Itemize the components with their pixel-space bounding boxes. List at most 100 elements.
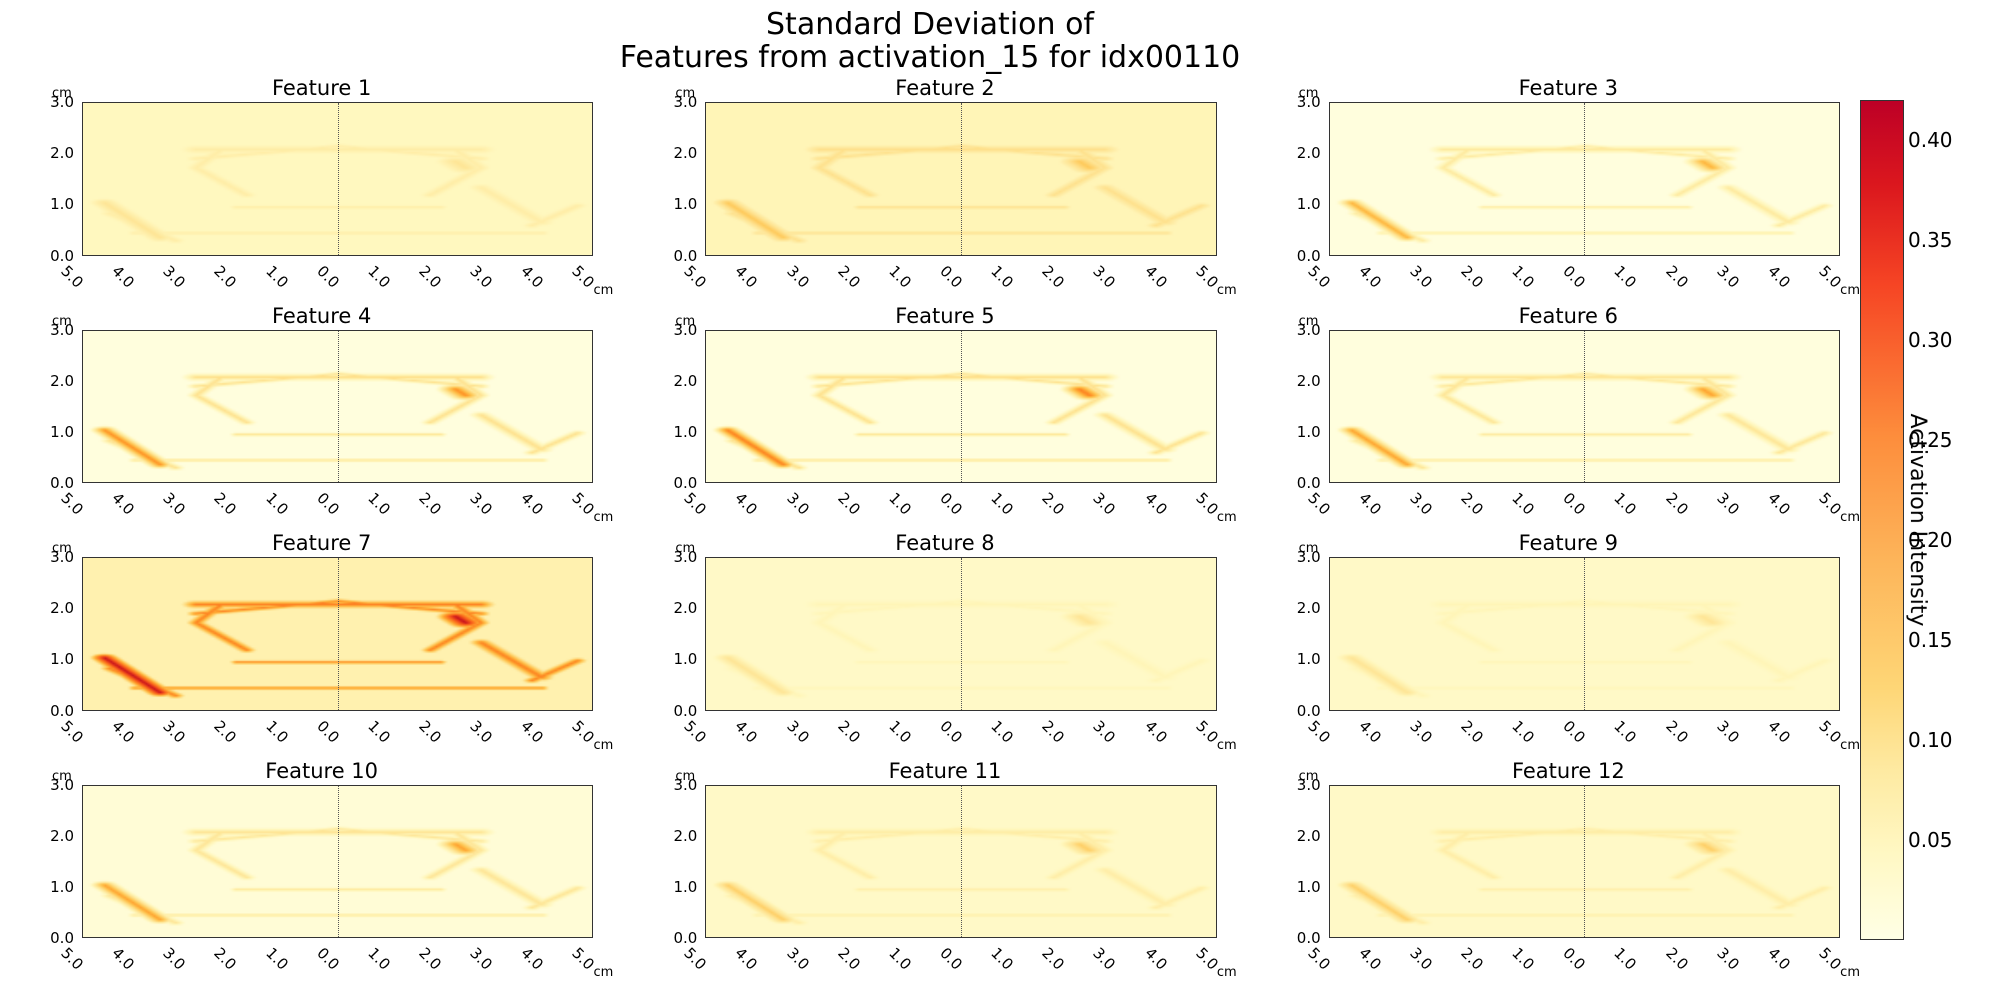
x-tick: 2.0 (415, 262, 445, 292)
x-tick: 1.0 (1611, 944, 1641, 974)
x-tick: 1.0 (364, 489, 394, 519)
y-tick: 2.0 (1297, 372, 1321, 390)
subplot-title: Feature 4 (30, 304, 613, 328)
x-tick: 2.0 (1662, 262, 1692, 292)
subplot-title: Feature 7 (30, 531, 613, 555)
colorbar-tick: 0.10 (1908, 728, 1953, 752)
y-tick: 1.0 (1297, 423, 1321, 441)
x-tick: 0.0 (936, 489, 966, 519)
x-tick: 0.0 (313, 944, 343, 974)
x-tick: 1.0 (262, 489, 292, 519)
y-ticks: 0.01.02.03.0 (1277, 785, 1327, 939)
x-tick: 1.0 (1611, 262, 1641, 292)
x-tick: 2.0 (1039, 717, 1069, 747)
center-vline (961, 558, 962, 710)
y-tick: 2.0 (1297, 144, 1321, 162)
subplot: Feature 3cm0.01.02.03.05.04.03.02.01.00.… (1277, 80, 1860, 298)
x-tick: 3.0 (1713, 262, 1743, 292)
x-tick: 1.0 (262, 262, 292, 292)
y-tick: 2.0 (673, 599, 697, 617)
x-tick: 2.0 (1662, 489, 1692, 519)
x-tick: 1.0 (1611, 717, 1641, 747)
y-tick: 1.0 (50, 650, 74, 668)
heatmap-axes (705, 102, 1216, 256)
x-tick: 5.0 (681, 944, 711, 974)
x-tick: 1.0 (364, 944, 394, 974)
y-tick: 1.0 (50, 195, 74, 213)
colorbar-gradient (1860, 100, 1904, 940)
x-ticks: 5.04.03.02.01.00.01.02.03.04.05.0 (1329, 258, 1840, 298)
x-tick: 0.0 (313, 262, 343, 292)
x-axis-unit: cm (594, 283, 614, 298)
y-tick: 1.0 (673, 650, 697, 668)
suptitle-line1: Standard Deviation of (766, 7, 1094, 42)
heatmap-axes (705, 557, 1216, 711)
y-tick: 2.0 (50, 599, 74, 617)
x-tick: 0.0 (1560, 262, 1590, 292)
x-tick: 4.0 (108, 717, 138, 747)
y-ticks: 0.01.02.03.0 (653, 102, 703, 256)
x-ticks: 5.04.03.02.01.00.01.02.03.04.05.0 (1329, 713, 1840, 753)
x-tick: 4.0 (518, 489, 548, 519)
x-tick: 1.0 (987, 262, 1017, 292)
x-axis-unit: cm (1840, 510, 1860, 525)
y-tick: 2.0 (50, 144, 74, 162)
x-tick: 3.0 (1713, 717, 1743, 747)
subplot: Feature 2cm0.01.02.03.05.04.03.02.01.00.… (653, 80, 1236, 298)
x-tick: 5.0 (57, 717, 87, 747)
heatmap-axes (82, 330, 593, 484)
y-tick: 3.0 (50, 321, 74, 339)
x-ticks: 5.04.03.02.01.00.01.02.03.04.05.0 (82, 713, 593, 753)
y-ticks: 0.01.02.03.0 (30, 330, 80, 484)
x-tick: 3.0 (1406, 717, 1436, 747)
x-ticks: 5.04.03.02.01.00.01.02.03.04.05.0 (705, 713, 1216, 753)
x-tick: 4.0 (1764, 489, 1794, 519)
subplot-title: Feature 8 (653, 531, 1236, 555)
subplot-title: Feature 2 (653, 76, 1236, 100)
x-tick: 2.0 (415, 489, 445, 519)
x-tick: 1.0 (885, 944, 915, 974)
x-axis-unit: cm (1840, 283, 1860, 298)
y-tick: 1.0 (50, 423, 74, 441)
y-ticks: 0.01.02.03.0 (1277, 330, 1327, 484)
center-vline (1584, 103, 1585, 255)
x-tick: 4.0 (108, 489, 138, 519)
y-tick: 2.0 (50, 827, 74, 845)
x-tick: 3.0 (1406, 489, 1436, 519)
subplot: Feature 5cm0.01.02.03.05.04.03.02.01.00.… (653, 308, 1236, 526)
heatmap-axes (82, 557, 593, 711)
x-tick: 3.0 (783, 717, 813, 747)
y-tick: 1.0 (50, 878, 74, 896)
y-tick: 3.0 (50, 548, 74, 566)
x-tick: 5.0 (681, 489, 711, 519)
figure-suptitle: Standard Deviation of Features from acti… (0, 8, 1860, 74)
x-tick: 5.0 (681, 717, 711, 747)
x-tick: 4.0 (732, 489, 762, 519)
x-tick: 5.0 (1304, 262, 1334, 292)
x-tick: 3.0 (1713, 944, 1743, 974)
colorbar-tick: 0.40 (1908, 128, 1953, 152)
x-tick: 1.0 (262, 717, 292, 747)
y-ticks: 0.01.02.03.0 (30, 557, 80, 711)
y-tick: 2.0 (1297, 827, 1321, 845)
x-tick: 3.0 (1090, 717, 1120, 747)
x-tick: 3.0 (783, 489, 813, 519)
x-tick: 0.0 (936, 944, 966, 974)
x-ticks: 5.04.03.02.01.00.01.02.03.04.05.0 (705, 485, 1216, 525)
x-tick: 5.0 (681, 262, 711, 292)
x-tick: 1.0 (885, 717, 915, 747)
x-tick: 3.0 (160, 717, 190, 747)
x-tick: 3.0 (466, 489, 496, 519)
subplot: Feature 6cm0.01.02.03.05.04.03.02.01.00.… (1277, 308, 1860, 526)
x-tick: 0.0 (936, 262, 966, 292)
x-ticks: 5.04.03.02.01.00.01.02.03.04.05.0 (82, 940, 593, 980)
x-tick: 1.0 (1509, 944, 1539, 974)
x-tick: 0.0 (1560, 944, 1590, 974)
x-tick: 4.0 (1141, 944, 1171, 974)
subplot: Feature 7cm0.01.02.03.05.04.03.02.01.00.… (30, 535, 613, 753)
x-tick: 2.0 (1457, 262, 1487, 292)
x-tick: 2.0 (1662, 944, 1692, 974)
x-axis-unit: cm (1840, 738, 1860, 753)
x-tick: 2.0 (1457, 944, 1487, 974)
heatmap-axes (1329, 102, 1840, 256)
